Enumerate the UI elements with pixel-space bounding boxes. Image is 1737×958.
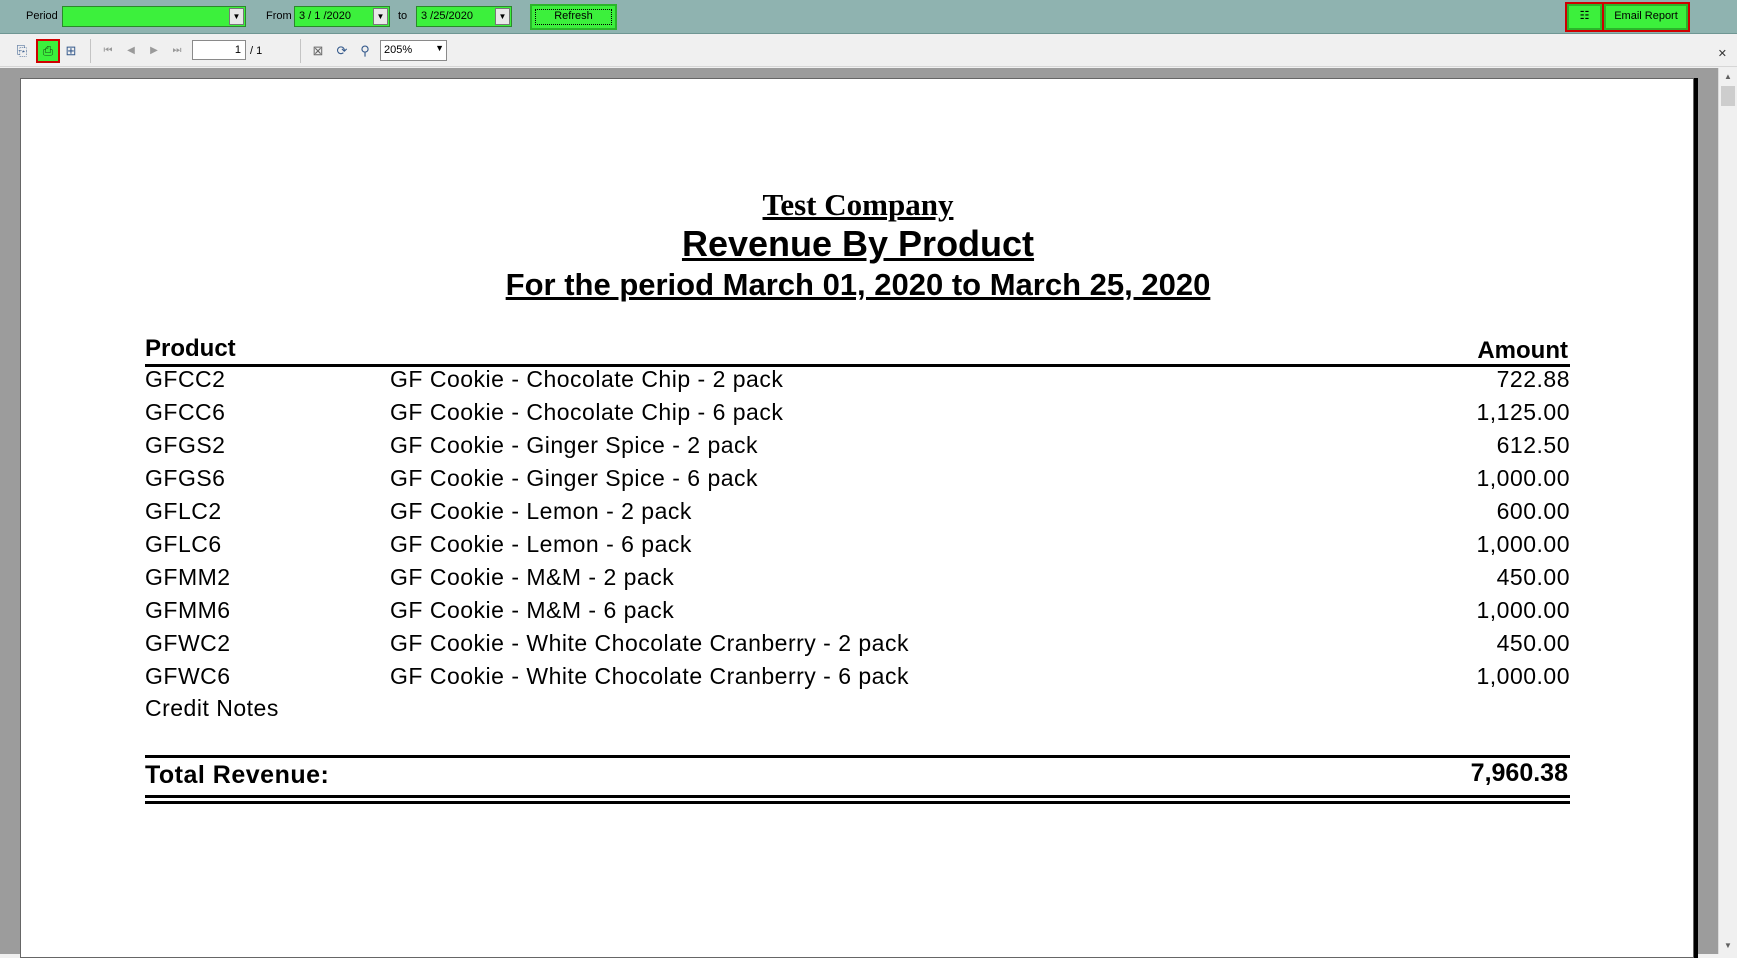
chevron-down-icon[interactable]: ▼: [435, 43, 444, 53]
product-amount: 450.00: [1496, 630, 1570, 656]
email-report-label: Email Report: [1614, 10, 1678, 22]
total-double-underline: [145, 801, 1570, 804]
report-period: For the period March 01, 2020 to March 2…: [505, 267, 1211, 302]
product-code: GFCC6: [145, 399, 226, 425]
separator: [300, 39, 301, 63]
total-revenue-label: Total Revenue:: [145, 761, 330, 789]
credit-notes-label: Credit Notes: [145, 695, 279, 721]
product-description: GF Cookie - M&M - 2 pack: [390, 564, 675, 590]
product-description: GF Cookie - Chocolate Chip - 2 pack: [390, 366, 784, 392]
report-page: Test Company Revenue By Product For the …: [20, 78, 1694, 958]
table-row: GFGS6 GF Cookie - Ginger Spice - 6 pack …: [21, 465, 1695, 497]
to-date-value: 3 /25/2020: [421, 10, 473, 22]
to-date-picker[interactable]: 3 /25/2020 ▼: [416, 6, 512, 27]
refresh-button[interactable]: Refresh: [530, 4, 617, 30]
report-company: Test Company: [762, 187, 954, 222]
first-page-icon[interactable]: ⏮: [98, 41, 118, 61]
export-icon[interactable]: ⎘: [12, 41, 32, 61]
table-row: GFCC6 GF Cookie - Chocolate Chip - 6 pac…: [21, 399, 1695, 431]
product-amount: 600.00: [1496, 498, 1570, 524]
product-code: GFMM2: [145, 564, 231, 590]
page-number-input[interactable]: 1: [192, 40, 246, 60]
product-description: GF Cookie - Lemon - 6 pack: [390, 531, 692, 557]
column-header-product: Product: [145, 335, 236, 362]
product-description: GF Cookie - Chocolate Chip - 6 pack: [390, 399, 784, 425]
total-double-underline: [145, 795, 1570, 798]
chevron-down-icon[interactable]: ▼: [373, 8, 388, 25]
scroll-down-icon[interactable]: ▼: [1719, 937, 1737, 954]
total-divider: [145, 755, 1570, 758]
total-revenue-amount: 7,960.38: [1470, 759, 1568, 787]
product-description: GF Cookie - White Chocolate Cranberry - …: [390, 663, 909, 689]
table-row: GFLC2 GF Cookie - Lemon - 2 pack 600.00: [21, 498, 1695, 530]
product-description: GF Cookie - M&M - 6 pack: [390, 597, 675, 623]
product-description: GF Cookie - Ginger Spice - 2 pack: [390, 432, 759, 458]
period-select[interactable]: ▼: [62, 6, 246, 27]
vertical-scrollbar[interactable]: ▲ ▼: [1718, 68, 1737, 954]
table-row: GFWC6 GF Cookie - White Chocolate Cranbe…: [21, 663, 1695, 695]
email-report-button[interactable]: Email Report: [1602, 2, 1690, 32]
product-amount: 1,125.00: [1476, 399, 1570, 425]
product-code: GFCC2: [145, 366, 226, 392]
filter-bar: Period ▼ From 3 / 1 /2020 ▼ to 3 /25/202…: [0, 0, 1737, 34]
product-code: GFLC6: [145, 531, 222, 557]
report-title: Revenue By Product: [681, 223, 1035, 264]
page-total: / 1: [250, 45, 263, 57]
product-code: GFGS2: [145, 432, 226, 458]
scroll-up-icon[interactable]: ▲: [1719, 68, 1737, 85]
table-row: GFMM2 GF Cookie - M&M - 2 pack 450.00: [21, 564, 1695, 596]
stop-icon[interactable]: ⊠: [308, 41, 328, 61]
product-amount: 722.88: [1496, 366, 1570, 392]
to-label: to: [398, 10, 408, 22]
group-tree-icon[interactable]: ⊞: [61, 41, 81, 61]
product-description: GF Cookie - Lemon - 2 pack: [390, 498, 692, 524]
chevron-down-icon[interactable]: ▼: [495, 8, 510, 25]
product-code: GFLC2: [145, 498, 222, 524]
prev-page-icon[interactable]: ◀: [121, 41, 141, 61]
refresh-icon[interactable]: ⟳: [332, 41, 352, 61]
list-view-button[interactable]: ☷: [1565, 2, 1604, 32]
period-label: Period: [26, 10, 58, 22]
table-row: GFCC2 GF Cookie - Chocolate Chip - 2 pac…: [21, 366, 1695, 398]
print-icon[interactable]: ⎙: [36, 39, 60, 63]
from-date-value: 3 / 1 /2020: [299, 10, 351, 22]
product-code: GFMM6: [145, 597, 231, 623]
report-viewport: Test Company Revenue By Product For the …: [0, 68, 1737, 958]
last-page-icon[interactable]: ⏭: [167, 41, 187, 61]
product-amount: 1,000.00: [1476, 465, 1570, 491]
viewer-toolbar: ⎘ ⎙ ⊞ ⏮ ◀ ▶ ⏭ 1 / 1 ⊠ ⟳ ⚲ 205% ▼ ✕: [0, 35, 1737, 67]
from-date-picker[interactable]: 3 / 1 /2020 ▼: [294, 6, 390, 27]
zoom-select[interactable]: 205% ▼: [380, 40, 447, 61]
table-row: GFMM6 GF Cookie - M&M - 6 pack 1,000.00: [21, 597, 1695, 629]
next-page-icon[interactable]: ▶: [144, 41, 164, 61]
product-amount: 1,000.00: [1476, 531, 1570, 557]
product-amount: 1,000.00: [1476, 597, 1570, 623]
product-description: GF Cookie - White Chocolate Cranberry - …: [390, 630, 909, 656]
zoom-value: 205%: [384, 44, 413, 56]
close-icon[interactable]: ✕: [1718, 47, 1727, 60]
product-code: GFGS6: [145, 465, 226, 491]
list-icon: ☷: [1579, 10, 1590, 22]
product-code: GFWC6: [145, 663, 231, 689]
chevron-down-icon[interactable]: ▼: [229, 8, 244, 25]
scroll-thumb[interactable]: [1721, 86, 1735, 106]
table-row: GFLC6 GF Cookie - Lemon - 6 pack 1,000.0…: [21, 531, 1695, 563]
product-amount: 1,000.00: [1476, 663, 1570, 689]
column-header-amount: Amount: [1477, 337, 1568, 364]
product-amount: 450.00: [1496, 564, 1570, 590]
separator: [90, 39, 91, 63]
search-icon[interactable]: ⚲: [355, 41, 375, 61]
product-code: GFWC2: [145, 630, 231, 656]
from-label: From: [266, 10, 292, 22]
table-row: GFGS2 GF Cookie - Ginger Spice - 2 pack …: [21, 432, 1695, 464]
product-description: GF Cookie - Ginger Spice - 6 pack: [390, 465, 759, 491]
product-amount: 612.50: [1496, 432, 1570, 458]
table-row: GFWC2 GF Cookie - White Chocolate Cranbe…: [21, 630, 1695, 662]
